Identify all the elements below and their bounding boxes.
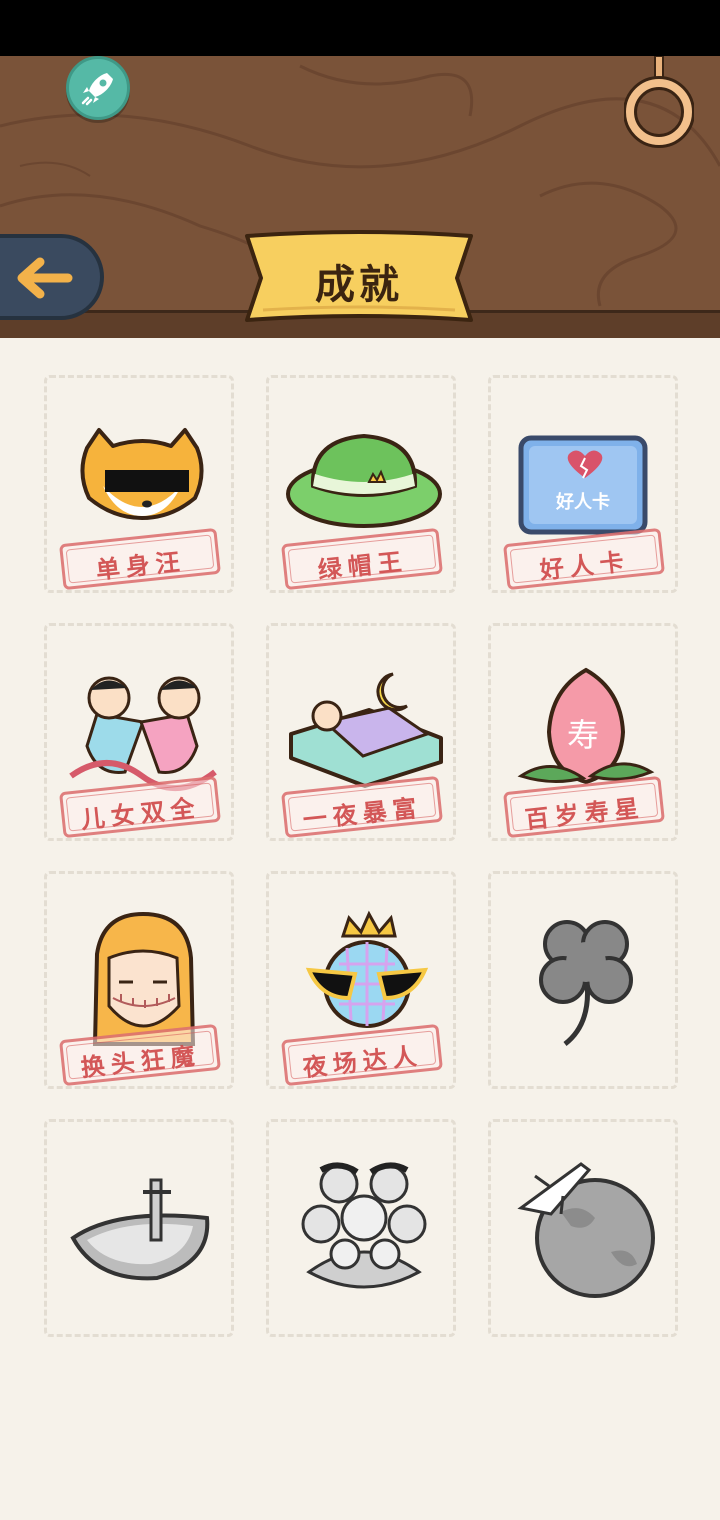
achievement-grid: 单身汪 绿帽王 好人卡 好人卡 儿女双全 一夜暴富 寿 百岁寿星 换头狂魔 夜场… (44, 375, 680, 1345)
status-bar (0, 0, 720, 56)
rocket-button[interactable] (66, 56, 130, 120)
card-label: 好人卡 (555, 491, 610, 513)
back-arrow-icon (17, 257, 73, 299)
planet-plane-icon (517, 1162, 655, 1298)
achievement-card-locked[interactable] (44, 1119, 234, 1337)
achievement-card[interactable]: 单身汪 (44, 375, 234, 593)
achievement-card-locked[interactable] (488, 1119, 678, 1337)
boat-icon (70, 1178, 210, 1281)
achievement-card[interactable]: 好人卡 好人卡 (488, 375, 678, 593)
page-title: 成就 (315, 262, 403, 308)
rocket-icon (81, 73, 113, 106)
achievement-card[interactable]: 夜场达人 (266, 871, 456, 1089)
title-banner: 成就 (243, 230, 475, 326)
big-family-icon (301, 1162, 427, 1289)
achievement-card[interactable]: 换头狂魔 (44, 871, 234, 1089)
achievement-card-locked[interactable] (488, 871, 678, 1089)
four-leaf-clover-icon (539, 920, 633, 1046)
achievement-card[interactable]: 寿 百岁寿星 (488, 623, 678, 841)
achievement-card[interactable]: 绿帽王 (266, 375, 456, 593)
achievements-screen: { "header": { "title": "成就", "back_icon"… (0, 0, 720, 1520)
achievement-card[interactable]: 一夜暴富 (266, 623, 456, 841)
hanging-ring-icon[interactable] (624, 56, 694, 150)
achievement-card[interactable]: 儿女双全 (44, 623, 234, 841)
achievement-card-locked[interactable] (266, 1119, 456, 1337)
peach-label: 寿 (567, 716, 599, 754)
back-button[interactable] (0, 234, 104, 320)
